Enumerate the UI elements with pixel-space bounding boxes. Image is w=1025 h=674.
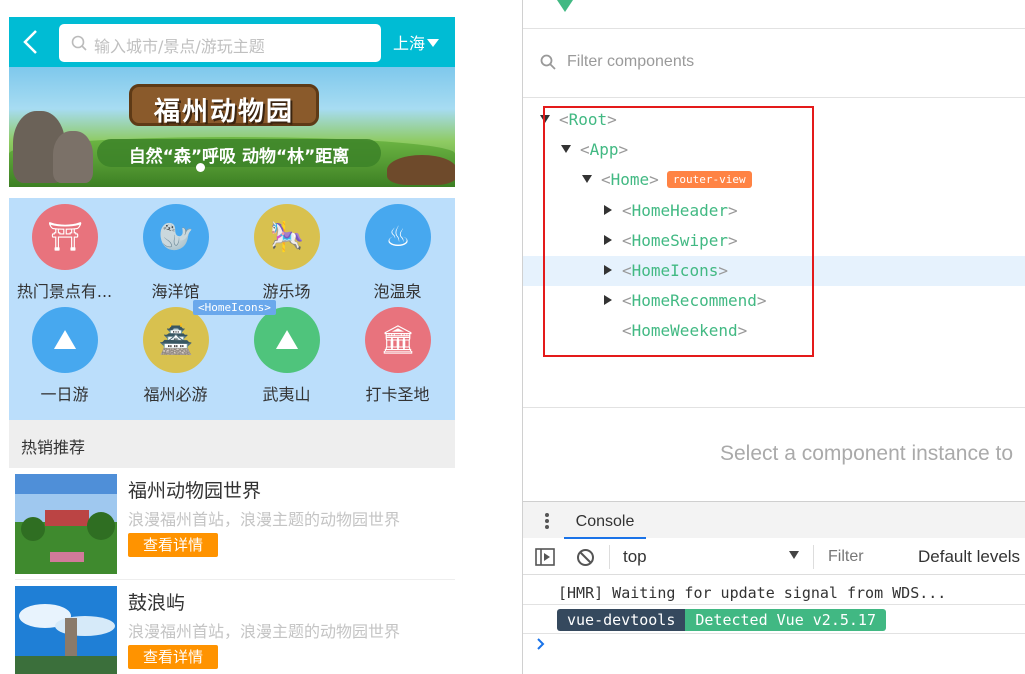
console-toolbar: top Filter Default levels xyxy=(523,539,1025,575)
select-instance-message: Select a component instance to xyxy=(720,442,1014,465)
category-icon: 🏛 xyxy=(365,307,431,373)
divider xyxy=(523,97,1025,98)
category-glyph: ⛰ xyxy=(53,323,77,356)
recommend-item-name: 福州动物园世界 xyxy=(128,480,262,502)
console-drawer-tabs: Console xyxy=(523,501,1025,539)
recommend-item-name: 鼓浪屿 xyxy=(128,592,186,614)
category-glyph: 🏛 xyxy=(380,323,416,356)
category-icon: ⛩ xyxy=(32,204,98,270)
category-glyph: ⛰ xyxy=(275,323,299,356)
divider xyxy=(523,604,1025,605)
category-label: 泡温泉 xyxy=(373,282,422,301)
home-header: 输入城市/景点/游玩主题 上海 xyxy=(9,17,455,67)
tab-console[interactable]: Console xyxy=(564,508,646,539)
recommend-thumbnail xyxy=(15,586,117,674)
category-icon: 🏯 xyxy=(143,307,209,373)
highlight-box xyxy=(543,106,814,357)
more-options-icon[interactable] xyxy=(545,513,549,529)
vue-version-badge: Detected Vue v2.5.17 xyxy=(685,609,886,631)
home-swiper-banner[interactable]: 福州动物园 自然“森”呼吸 动物“林”距离 xyxy=(9,67,455,187)
recommend-thumbnail xyxy=(15,474,117,574)
category-glyph: 🦭 xyxy=(158,220,194,253)
console-devtools-message: vue-devtools Detected Vue v2.5.17 xyxy=(557,609,886,631)
view-details-button[interactable]: 查看详情 xyxy=(128,533,218,557)
clear-console-icon[interactable] xyxy=(576,548,595,567)
category-label: 海洋馆 xyxy=(151,282,200,301)
caret-down-icon xyxy=(427,39,440,47)
category-icon: 🎠 xyxy=(254,204,320,270)
console-filter-input[interactable]: Filter xyxy=(821,544,907,570)
category-icon: ⛰ xyxy=(32,307,98,373)
recommend-item[interactable]: 鼓浪屿 浪漫福州首站，浪漫主题的动物园世界 查看详情 xyxy=(9,580,455,674)
divider xyxy=(813,545,814,569)
category-label: 武夷山 xyxy=(262,385,311,404)
banner-title-sign: 福州动物园 xyxy=(129,84,319,127)
category-icon: ⛰ xyxy=(254,307,320,373)
category-glyph: ♨ xyxy=(385,220,411,253)
category-glyph: ⛩ xyxy=(47,220,83,253)
log-levels-dropdown[interactable]: Default levels xyxy=(918,547,1020,567)
back-arrow-icon[interactable] xyxy=(20,29,42,55)
city-label: 上海 xyxy=(393,34,426,53)
home-icon-item[interactable]: ⛰ 一日游 xyxy=(9,301,120,406)
category-label: 游乐场 xyxy=(262,282,311,301)
console-filter-placeholder: Filter xyxy=(828,548,864,565)
component-highlight-tag: <HomeIcons> xyxy=(193,300,276,315)
home-icon-item[interactable]: 🦭 海洋馆 xyxy=(120,198,231,303)
category-icon: ♨ xyxy=(365,204,431,270)
home-icon-item[interactable]: ♨ 泡温泉 xyxy=(342,198,453,303)
dropdown-arrow-icon[interactable] xyxy=(789,551,799,559)
category-label: 热门景点有... xyxy=(16,282,113,301)
home-icon-item[interactable]: ⛩ 热门景点有... xyxy=(9,198,120,303)
view-details-button[interactable]: 查看详情 xyxy=(128,645,218,669)
banner-slogan-box: 自然“森”呼吸 动物“林”距离 xyxy=(97,139,381,167)
vue-logo-icon xyxy=(557,0,573,12)
console-log-message: [HMR] Waiting for update signal from WDS… xyxy=(558,584,947,602)
vue-devtools-badge: vue-devtools xyxy=(557,609,686,631)
banner-title: 福州动物园 xyxy=(153,97,294,127)
city-selector[interactable]: 上海 xyxy=(393,30,440,54)
category-label: 一日游 xyxy=(40,385,89,404)
divider xyxy=(523,633,1025,634)
hot-recommend-title: 热销推荐 xyxy=(21,438,86,457)
category-glyph: 🏯 xyxy=(158,323,194,356)
home-icon-item[interactable]: 🎠 游乐场 xyxy=(231,198,342,303)
banner-slogan: 自然“森”呼吸 动物“林”距离 xyxy=(128,147,350,167)
search-placeholder: 输入城市/景点/游玩主题 xyxy=(94,37,265,56)
search-input[interactable]: 输入城市/景点/游玩主题 xyxy=(59,24,381,62)
hot-recommend-title-bar: 热销推荐 xyxy=(9,420,455,468)
show-sidebar-icon[interactable] xyxy=(535,548,555,566)
mobile-app: 输入城市/景点/游玩主题 上海 福州动物园 自然“森”呼吸 动物“林”距离 ⛩ 热… xyxy=(9,17,455,674)
search-icon xyxy=(71,35,87,51)
vue-devtools-panel: Filter components <Root> <App> <Home> route… xyxy=(523,0,1025,674)
divider xyxy=(523,407,1025,408)
home-icon-item[interactable]: 🏯 福州必游 xyxy=(120,301,231,406)
category-label: 福州必游 xyxy=(143,385,208,404)
category-label: 打卡圣地 xyxy=(365,385,430,404)
recommend-item-desc: 浪漫福州首站，浪漫主题的动物园世界 xyxy=(128,510,401,529)
recommend-item-desc: 浪漫福州首站，浪漫主题的动物园世界 xyxy=(128,622,401,641)
search-icon xyxy=(540,54,556,70)
elephant-image xyxy=(53,131,93,183)
recommend-item[interactable]: 福州动物园世界 浪漫福州首站，浪漫主题的动物园世界 查看详情 xyxy=(9,468,455,580)
category-glyph: 🎠 xyxy=(269,220,305,253)
home-icon-item[interactable]: 🏛 打卡圣地 xyxy=(342,301,453,406)
category-icon: 🦭 xyxy=(143,204,209,270)
component-filter-input[interactable]: Filter components xyxy=(523,29,1025,97)
home-icon-item[interactable]: ⛰ 武夷山 xyxy=(231,301,342,406)
swiper-pagination-dot[interactable] xyxy=(196,163,205,172)
context-selector[interactable]: top xyxy=(623,547,647,567)
console-prompt-icon[interactable] xyxy=(536,638,546,650)
component-filter-placeholder: Filter components xyxy=(567,53,695,70)
divider xyxy=(609,545,610,569)
bear-image xyxy=(387,155,455,185)
